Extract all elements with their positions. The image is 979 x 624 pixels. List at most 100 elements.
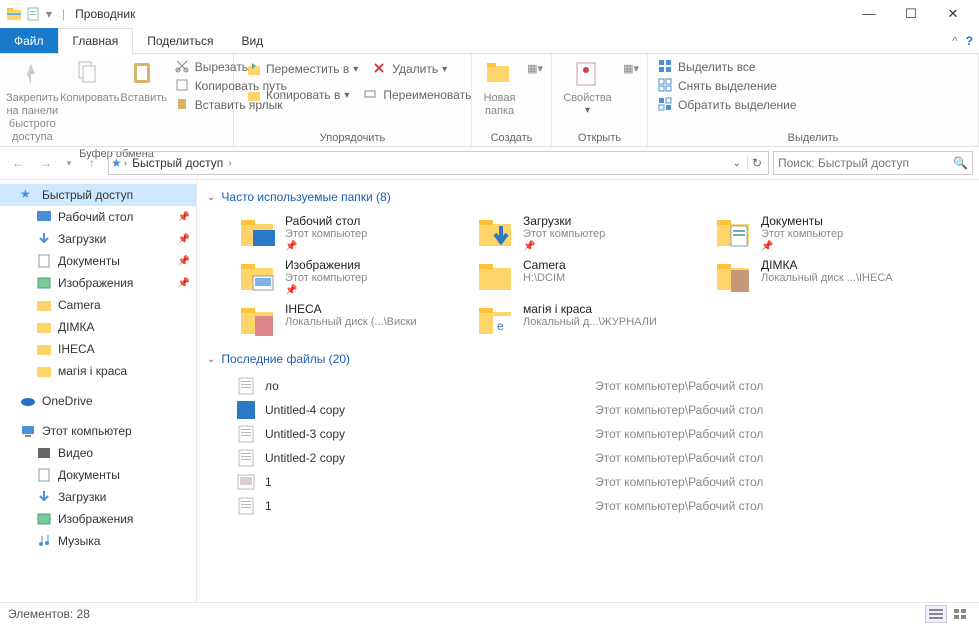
sidebar-item-documents[interactable]: Документы📌 — [0, 250, 196, 272]
folder-name: ДІМКА — [761, 258, 941, 272]
sidebar-item-pictures2[interactable]: Изображения — [0, 508, 196, 530]
ribbon-collapse-icon[interactable]: ^ — [952, 34, 958, 48]
folder-icon — [36, 363, 52, 379]
group-new-label: Создать — [476, 130, 547, 146]
rename-button[interactable]: Переименовать — [361, 86, 473, 104]
minimize-button[interactable]: — — [849, 3, 889, 25]
close-button[interactable]: ✕ — [933, 3, 973, 25]
nav-up-button[interactable]: ↑ — [80, 151, 104, 175]
file-name: Untitled-2 copy — [265, 451, 595, 465]
breadcrumb-root[interactable]: Быстрый доступ — [129, 156, 226, 170]
tab-share[interactable]: Поделиться — [133, 28, 227, 53]
section-recent-files[interactable]: ⌄ Последние файлы (20) — [207, 352, 969, 366]
address-bar[interactable]: ★ › Быстрый доступ › ⌄ ↻ — [108, 151, 769, 175]
sidebar-item-iheca[interactable]: IHECA — [0, 338, 196, 360]
section-frequent-folders[interactable]: ⌄ Часто используемые папки (8) — [207, 190, 969, 204]
move-to-button[interactable]: Переместить в▾ — [244, 60, 360, 78]
svg-text:e: e — [497, 319, 504, 333]
sidebar-item-camera[interactable]: Camera — [0, 294, 196, 316]
folder-item[interactable]: ДІМКАЛокальный диск ...\IHECA — [713, 256, 943, 298]
file-row[interactable]: лоЭтот компьютер\Рабочий стол — [237, 374, 969, 398]
search-input[interactable] — [778, 156, 953, 170]
file-name: Untitled-4 copy — [265, 403, 595, 417]
file-icon — [237, 473, 255, 491]
pin-icon: 📌 — [285, 285, 465, 296]
file-name: ло — [265, 379, 595, 393]
maximize-button[interactable]: ☐ — [891, 3, 931, 25]
tab-file[interactable]: Файл — [0, 28, 58, 53]
folder-location: Этот компьютер — [285, 228, 465, 240]
refresh-icon[interactable]: ↻ — [747, 156, 766, 170]
main-content[interactable]: ⌄ Часто используемые папки (8) Рабочий с… — [197, 180, 979, 602]
folder-name: IHECA — [285, 302, 465, 316]
folder-item[interactable]: ДокументыЭтот компьютер📌 — [713, 212, 943, 254]
new-folder-button[interactable]: Новая папка — [476, 56, 523, 120]
group-open-label: Открыть — [556, 130, 643, 146]
folder-icon — [239, 302, 279, 338]
search-icon[interactable]: 🔍 — [953, 156, 968, 170]
file-icon — [237, 377, 255, 395]
sidebar-item-video[interactable]: Видео — [0, 442, 196, 464]
delete-button[interactable]: Удалить▾ — [370, 60, 449, 78]
chevron-down-icon: ⌄ — [207, 192, 215, 203]
folder-item[interactable]: ИзображенияЭтот компьютер📌 — [237, 256, 467, 298]
sidebar-item-thispc[interactable]: Этот компьютер — [0, 420, 196, 442]
sidebar-item-dimka[interactable]: ДІМКА — [0, 316, 196, 338]
file-name: Untitled-3 copy — [265, 427, 595, 441]
folder-name: Документы — [761, 214, 941, 228]
tab-home[interactable]: Главная — [58, 28, 134, 53]
file-row[interactable]: Untitled-4 copyЭтот компьютер\Рабочий ст… — [237, 398, 969, 422]
navigation-pane[interactable]: ★Быстрый доступ Рабочий стол📌 Загрузки📌 … — [0, 180, 197, 602]
copy-button[interactable]: Копировать — [61, 56, 119, 107]
select-none-button[interactable]: Снять выделение — [656, 77, 799, 95]
details-view-button[interactable] — [925, 605, 947, 623]
file-row[interactable]: 1Этот компьютер\Рабочий стол — [237, 470, 969, 494]
folder-item[interactable]: ЗагрузкиЭтот компьютер📌 — [475, 212, 705, 254]
sidebar-item-documents2[interactable]: Документы — [0, 464, 196, 486]
select-all-button[interactable]: Выделить все — [656, 58, 799, 76]
folder-name: Изображения — [285, 258, 465, 272]
file-row[interactable]: Untitled-3 copyЭтот компьютер\Рабочий ст… — [237, 422, 969, 446]
file-row[interactable]: Untitled-2 copyЭтот компьютер\Рабочий ст… — [237, 446, 969, 470]
copy-to-button[interactable]: Копировать в▾ — [244, 86, 351, 104]
qat-properties-icon[interactable] — [26, 6, 42, 22]
qat-dropdown[interactable]: ▾ — [46, 7, 52, 21]
sidebar-item-pictures[interactable]: Изображения📌 — [0, 272, 196, 294]
sidebar-item-magia[interactable]: магія і краса — [0, 360, 196, 382]
star-icon: ★ — [20, 187, 36, 203]
downloads-icon — [36, 231, 52, 247]
quick-access-star-icon: ★ — [111, 156, 122, 170]
group-select-label: Выделить — [652, 130, 974, 146]
folder-icon — [239, 214, 279, 250]
nav-forward-button[interactable]: → — [34, 151, 58, 175]
help-icon[interactable]: ? — [966, 34, 973, 48]
file-path: Этот компьютер\Рабочий стол — [595, 379, 763, 393]
folder-location: Локальный д...\ЖУРНАЛИ — [523, 316, 703, 328]
folder-name: Рабочий стол — [285, 214, 465, 228]
folder-item[interactable]: eмагія і красаЛокальный д...\ЖУРНАЛИ — [475, 300, 705, 340]
folder-item[interactable]: Рабочий столЭтот компьютер📌 — [237, 212, 467, 254]
pin-to-quick-access-button[interactable]: Закрепить на панели быстрого доступа — [4, 56, 61, 146]
invert-selection-button[interactable]: Обратить выделение — [656, 96, 799, 114]
file-row[interactable]: 1Этот компьютер\Рабочий стол — [237, 494, 969, 518]
paste-button[interactable]: Вставить — [119, 56, 169, 107]
sidebar-item-downloads2[interactable]: Загрузки — [0, 486, 196, 508]
folder-item[interactable]: IHECAЛокальный диск (...\Виски — [237, 300, 467, 340]
pin-icon: 📌 — [285, 241, 465, 252]
address-dropdown[interactable]: ⌄ — [733, 158, 741, 169]
open-dropdown[interactable]: ▦▾ — [623, 62, 639, 75]
sidebar-item-desktop[interactable]: Рабочий стол📌 — [0, 206, 196, 228]
sidebar-item-onedrive[interactable]: OneDrive — [0, 390, 196, 412]
folder-location: Локальный диск ...\IHECA — [761, 272, 941, 284]
new-item-dropdown[interactable]: ▦▾ — [527, 62, 543, 75]
folder-item[interactable]: CameraH:\DCIM — [475, 256, 705, 298]
tab-view[interactable]: Вид — [227, 28, 277, 53]
nav-back-button[interactable]: ← — [6, 151, 30, 175]
nav-recent-dropdown[interactable]: ▾ — [62, 151, 76, 175]
sidebar-item-music[interactable]: Музыка — [0, 530, 196, 552]
search-box[interactable]: 🔍 — [773, 151, 973, 175]
thumbnails-view-button[interactable] — [949, 605, 971, 623]
properties-button[interactable]: Свойства ▾ — [556, 56, 619, 118]
sidebar-item-quick-access[interactable]: ★Быстрый доступ — [0, 184, 196, 206]
sidebar-item-downloads[interactable]: Загрузки📌 — [0, 228, 196, 250]
